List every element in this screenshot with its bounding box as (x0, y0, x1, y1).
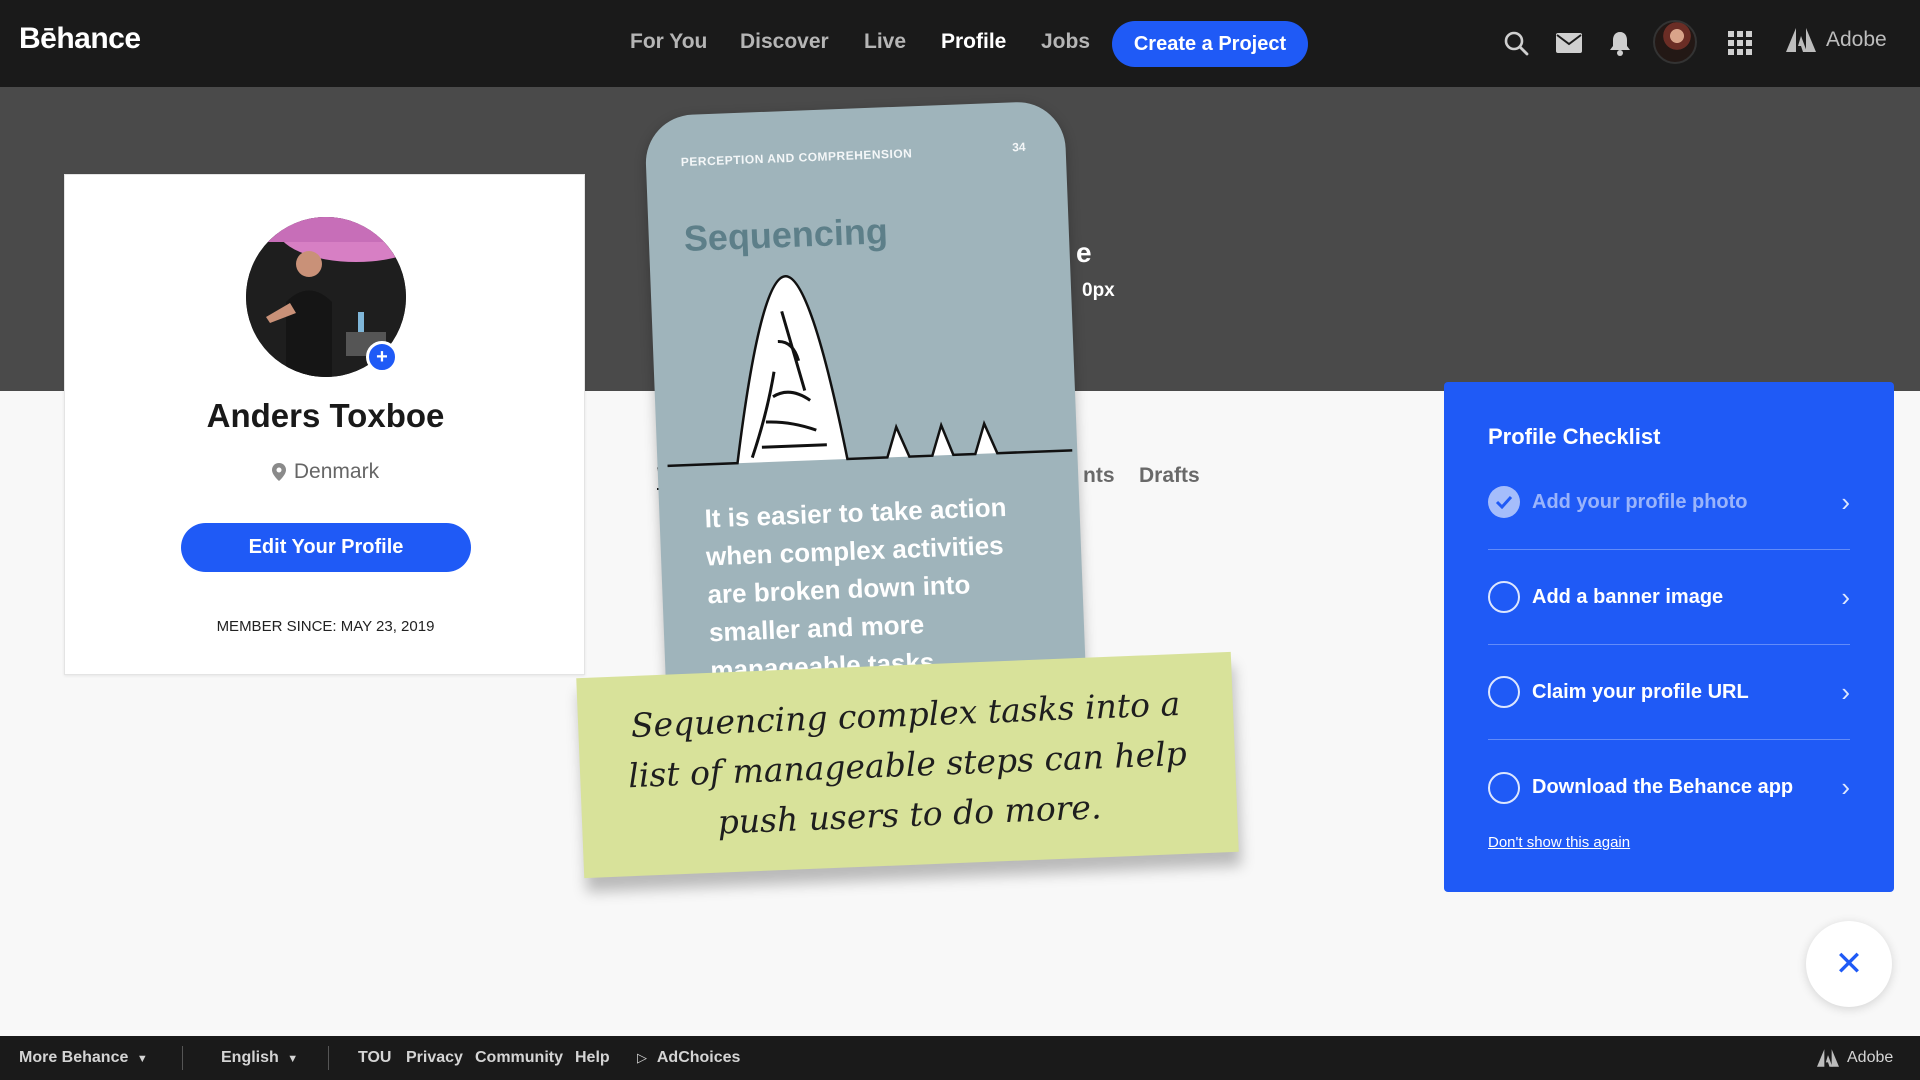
nav-live[interactable]: Live (864, 30, 906, 54)
close-icon: ✕ (1834, 945, 1864, 983)
adobe-logo-icon (1817, 1049, 1839, 1067)
card-category: PERCEPTION AND COMPREHENSION (680, 146, 913, 170)
create-project-button[interactable]: Create a Project (1112, 21, 1308, 67)
checklist-item-profile-photo[interactable]: Add your profile photo › (1488, 455, 1850, 550)
nav-profile[interactable]: Profile (941, 30, 1006, 54)
footer-link-tou[interactable]: TOU (358, 1049, 391, 1067)
adobe-link[interactable]: Adobe (1786, 28, 1887, 52)
footer-divider (328, 1046, 329, 1070)
footer-link-help[interactable]: Help (575, 1049, 610, 1067)
checklist-item-label: Download the Behance app (1532, 776, 1794, 798)
add-photo-button[interactable]: + (366, 341, 398, 373)
profile-card: + Anders Toxboe Denmark Edit Your Profil… (64, 174, 585, 675)
nav-discover[interactable]: Discover (740, 30, 829, 54)
empty-circle-icon (1488, 676, 1520, 708)
profile-name: Anders Toxboe (206, 397, 445, 434)
adobe-label: Adobe (1847, 1049, 1894, 1066)
checklist-item-url[interactable]: Claim your profile URL › (1488, 645, 1850, 740)
empty-circle-icon (1488, 581, 1520, 613)
checklist-item-label: Add a banner image (1532, 585, 1724, 608)
checklist-item-banner[interactable]: Add a banner image › (1488, 550, 1850, 645)
sequencing-card-overlay: PERCEPTION AND COMPREHENSION 34 Sequenci… (644, 100, 1087, 717)
bell-icon[interactable] (1605, 28, 1635, 58)
profile-location: Denmark (65, 460, 586, 484)
empty-circle-icon (1488, 771, 1520, 804)
more-behance-label: More Behance (19, 1049, 129, 1066)
adchoices-label: AdChoices (656, 1049, 741, 1066)
mountain-maze-illustration (667, 274, 1073, 468)
mail-icon[interactable] (1554, 28, 1584, 58)
search-icon[interactable] (1501, 28, 1531, 58)
member-since: MEMBER SINCE: MAY 23, 2019 (216, 618, 435, 635)
nav-jobs[interactable]: Jobs (1041, 30, 1090, 54)
adobe-logo-icon (1786, 28, 1816, 52)
sticky-note: Sequencing complex tasks into a list of … (576, 651, 1239, 879)
checklist-item-label: Add your profile photo (1532, 490, 1748, 513)
dont-show-again-link[interactable]: Don't show this again (1488, 834, 1630, 851)
close-checklist-button[interactable]: ✕ (1806, 921, 1892, 1007)
checklist-title: Profile Checklist (1488, 424, 1661, 449)
behance-logo[interactable]: Bēhance (19, 22, 141, 56)
chevron-right-icon: › (1841, 581, 1850, 612)
top-navigation-bar: Bēhance For You Discover Live Profile Jo… (0, 0, 1920, 87)
caret-down-icon: ▼ (287, 1053, 299, 1065)
user-avatar[interactable] (1653, 20, 1697, 64)
chevron-right-icon: › (1841, 486, 1850, 517)
profile-checklist-panel: Profile Checklist Add your profile photo… (1444, 382, 1894, 892)
nav-for-you[interactable]: For You (630, 30, 707, 54)
card-page-number: 34 (1011, 139, 1026, 155)
chevron-right-icon: › (1841, 676, 1850, 707)
footer-adobe-link[interactable]: Adobe (1817, 1049, 1893, 1067)
card-body-text: It is easier to take action when complex… (704, 491, 1007, 686)
language-label: English (221, 1049, 279, 1066)
caret-down-icon: ▼ (136, 1053, 148, 1065)
apps-grid-icon[interactable] (1725, 28, 1755, 58)
checklist-item-label: Claim your profile URL (1532, 680, 1749, 703)
adobe-label: Adobe (1826, 28, 1887, 51)
more-behance-menu[interactable]: More Behance ▼ (19, 1049, 148, 1067)
tab-drafts[interactable]: Drafts (1139, 464, 1200, 488)
footer-link-community[interactable]: Community (475, 1049, 563, 1067)
location-text: Denmark (293, 460, 380, 483)
language-select[interactable]: English ▼ (221, 1049, 298, 1067)
footer-link-privacy[interactable]: Privacy (406, 1049, 463, 1067)
adchoices-link[interactable]: ▷ AdChoices (637, 1049, 740, 1067)
check-circle-icon (1488, 486, 1520, 518)
location-pin-icon (271, 463, 286, 481)
edit-profile-button[interactable]: Edit Your Profile (181, 523, 471, 572)
footer-divider (182, 1046, 183, 1070)
banner-hint-text: e (1076, 237, 1092, 268)
tab-drafts-partial[interactable]: nts (1083, 464, 1115, 488)
footer-bar: More Behance ▼ English ▼ TOU Privacy Com… (0, 1036, 1920, 1080)
adchoices-icon: ▷ (637, 1050, 647, 1065)
checklist-item-app[interactable]: Download the Behance app › (1488, 740, 1850, 835)
chevron-right-icon: › (1841, 772, 1850, 802)
card-title: Sequencing (683, 210, 889, 260)
banner-hint-size: 0px (1082, 280, 1115, 301)
